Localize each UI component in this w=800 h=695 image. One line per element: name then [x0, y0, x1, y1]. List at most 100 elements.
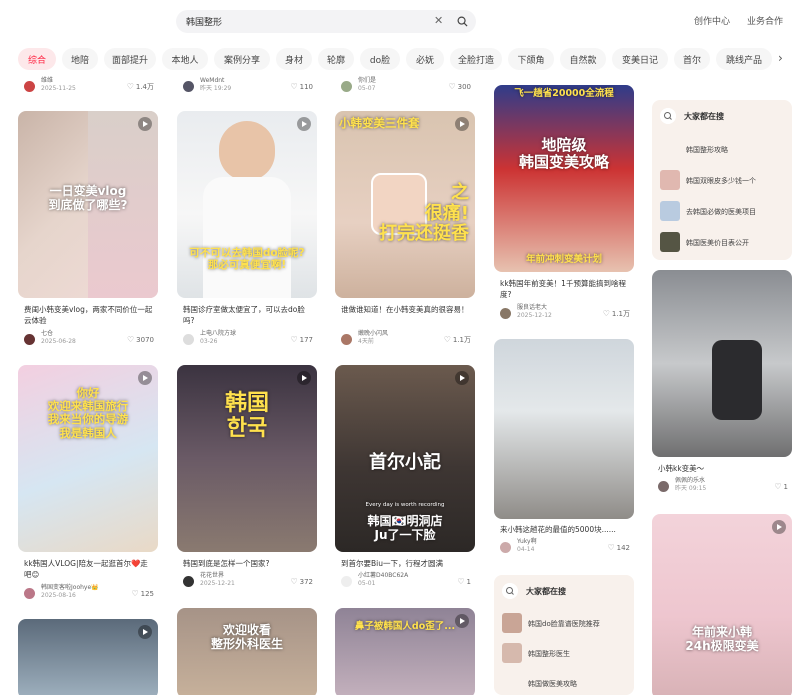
like-count[interactable]: ♡ 1: [457, 577, 471, 586]
note-title[interactable]: 韩国到底是怎样一个国家?: [183, 558, 313, 569]
search-box[interactable]: 韩国整形 ✕: [176, 10, 476, 33]
like-count[interactable]: ♡ 177: [290, 335, 313, 344]
category-pill[interactable]: 跳线产品: [716, 48, 772, 70]
heart-icon[interactable]: ♡: [127, 335, 134, 344]
category-pill[interactable]: 身材: [276, 48, 312, 70]
cover-image[interactable]: [652, 270, 792, 457]
avatar[interactable]: [24, 334, 35, 345]
cover-image[interactable]: [494, 339, 634, 519]
note-card[interactable]: 飞一趟省20000全流程 地陪级 韩国变美攻略 年前冲刺变美计划 kk韩国年前变…: [494, 85, 634, 325]
cover-image[interactable]: 一日变美vlog 到底做了哪些?: [18, 111, 158, 298]
avatar[interactable]: [341, 334, 352, 345]
note-card[interactable]: 小韩变美三件套 之 很痛! 打完还挺香 谁做谁知道！在小韩变美真的很容易！ 嫩晚…: [335, 111, 475, 351]
category-pill[interactable]: do脸: [360, 48, 400, 70]
avatar[interactable]: [183, 81, 194, 92]
trending-thumb[interactable]: [660, 170, 680, 190]
cover-image[interactable]: 欢迎收看 整形外科医生: [177, 608, 317, 695]
search-icon[interactable]: [457, 16, 468, 27]
note-title[interactable]: 韩国诊疗室做太便宜了，可以去do脸吗?: [183, 304, 313, 326]
like-count[interactable]: ♡ 1.1万: [444, 335, 471, 345]
note-card[interactable]: 年前来小韩 24h极限变美: [652, 514, 792, 695]
trending-item[interactable]: 韩国医美价目表公开: [686, 238, 749, 248]
cover-image[interactable]: 年前来小韩 24h极限变美: [652, 514, 792, 695]
clear-icon[interactable]: ✕: [434, 14, 443, 27]
category-pill[interactable]: 面部提升: [104, 48, 156, 70]
like-count[interactable]: ♡ 3070: [127, 335, 154, 344]
heart-icon[interactable]: ♡: [603, 309, 610, 318]
category-pill[interactable]: 案例分享: [214, 48, 270, 70]
cover-image[interactable]: 飞一趟省20000全流程 地陪级 韩国变美攻略 年前冲刺变美计划: [494, 85, 634, 272]
trending-item[interactable]: 韩国do脸靠谱医院推荐: [528, 619, 600, 629]
heart-icon[interactable]: ♡: [774, 482, 781, 491]
note-title[interactable]: 费闺小韩变美vlog，两家不同价位一起云体验: [24, 304, 154, 326]
trending-thumb[interactable]: [660, 201, 680, 221]
cover-image[interactable]: 首尔小記 Every day is worth recording 韩国🇰🇷明洞…: [335, 365, 475, 552]
category-pill[interactable]: 必妩: [406, 48, 444, 70]
avatar[interactable]: [24, 588, 35, 599]
avatar[interactable]: [183, 334, 194, 345]
author-name[interactable]: 服良话老大: [517, 304, 547, 312]
heart-icon[interactable]: ♡: [290, 577, 297, 586]
avatar[interactable]: [183, 576, 194, 587]
author-name[interactable]: 维维: [41, 77, 53, 85]
note-title[interactable]: 来小韩这趟花的最值的5000块......: [500, 524, 630, 535]
note-card[interactable]: [18, 619, 158, 695]
business-link[interactable]: 业务合作: [747, 14, 783, 27]
cover-image[interactable]: [18, 619, 158, 695]
note-card[interactable]: 鼻子被韩国人do歪了...: [335, 608, 475, 695]
note-title[interactable]: 到首尔要Biu一下，行程才圆满: [341, 558, 471, 569]
note-title[interactable]: kk韩国人VLOG|陪友一起逛首尔❤️走吧😊: [24, 558, 154, 580]
trending-item[interactable]: 去韩国必做的医美项目: [686, 207, 756, 217]
heart-icon[interactable]: ♡: [448, 82, 455, 91]
heart-icon[interactable]: ♡: [127, 82, 134, 91]
note-card[interactable]: 你好 欢迎来韩国旅行 我来当你的导游 我是韩国人 kk韩国人VLOG|陪友一起逛…: [18, 365, 158, 605]
note-card[interactable]: 韩国 한국 韩国到底是怎样一个国家? 花花世界 2025-12-21 ♡ 372: [177, 365, 317, 605]
author-name[interactable]: 小红薯D40BC62A: [358, 572, 408, 580]
author-name[interactable]: WeMdnt: [200, 77, 224, 85]
avatar[interactable]: [500, 542, 511, 553]
category-pill[interactable]: 变美日记: [612, 48, 668, 70]
like-count[interactable]: ♡ 110: [290, 82, 313, 91]
trending-thumb[interactable]: [502, 613, 522, 633]
like-count[interactable]: ♡ 1: [774, 482, 788, 491]
cover-image[interactable]: 可不可以去韩国do脸呢? 那必可真便宜啊!: [177, 111, 317, 298]
note-card[interactable]: 可不可以去韩国do脸呢? 那必可真便宜啊! 韩国诊疗室做太便宜了，可以去do脸吗…: [177, 111, 317, 351]
cover-image[interactable]: 鼻子被韩国人do歪了...: [335, 608, 475, 695]
like-count[interactable]: ♡ 300: [448, 82, 471, 91]
search-input[interactable]: 韩国整形: [186, 15, 222, 28]
author-name[interactable]: 上电八院方球: [200, 330, 236, 338]
avatar[interactable]: [658, 481, 669, 492]
category-pill[interactable]: 首尔: [674, 48, 710, 70]
category-pill[interactable]: 本地人: [162, 48, 208, 70]
trending-item[interactable]: 韩国整形医生: [528, 649, 570, 659]
note-title[interactable]: 谁做谁知道！在小韩变美真的很容易！: [341, 304, 471, 315]
heart-icon[interactable]: ♡: [290, 335, 297, 344]
note-card[interactable]: 欢迎收看 整形外科医生: [177, 608, 317, 695]
cover-image[interactable]: 韩国 한국: [177, 365, 317, 552]
category-pill[interactable]: 下颌角: [508, 48, 554, 70]
note-card[interactable]: 首尔小記 Every day is worth recording 韩国🇰🇷明洞…: [335, 365, 475, 605]
heart-icon[interactable]: ♡: [457, 577, 464, 586]
avatar[interactable]: [500, 308, 511, 319]
author-name[interactable]: 花花世界: [200, 572, 224, 580]
note-title[interactable]: 小韩kk变美～: [658, 463, 788, 474]
trending-item[interactable]: 韩国整形攻略: [686, 145, 728, 155]
author-name[interactable]: 嫩晚小闪风: [358, 330, 388, 338]
avatar[interactable]: [341, 576, 352, 587]
note-card[interactable]: 小韩kk变美～ 佩佩的乐水 昨天 09:15 ♡ 1: [652, 270, 792, 500]
trending-thumb[interactable]: [502, 643, 522, 663]
like-count[interactable]: ♡ 1.1万: [603, 309, 630, 319]
like-count[interactable]: ♡ 372: [290, 577, 313, 586]
cover-image[interactable]: 你好 欢迎来韩国旅行 我来当你的导游 我是韩国人: [18, 365, 158, 552]
heart-icon[interactable]: ♡: [607, 543, 614, 552]
author-name[interactable]: Yuky啊: [517, 538, 537, 546]
heart-icon[interactable]: ♡: [444, 335, 451, 344]
category-pill[interactable]: 全脸打造: [450, 48, 502, 70]
avatar[interactable]: [341, 81, 352, 92]
like-count[interactable]: ♡ 142: [607, 543, 630, 552]
chevron-right-icon[interactable]: ›: [778, 51, 783, 65]
note-title[interactable]: kk韩国年前变美！1千预算能搞到啥程度?: [500, 278, 630, 300]
trending-thumb[interactable]: [660, 232, 680, 252]
category-pill[interactable]: 自然款: [560, 48, 606, 70]
author-name[interactable]: 佩佩的乐水: [675, 477, 705, 485]
